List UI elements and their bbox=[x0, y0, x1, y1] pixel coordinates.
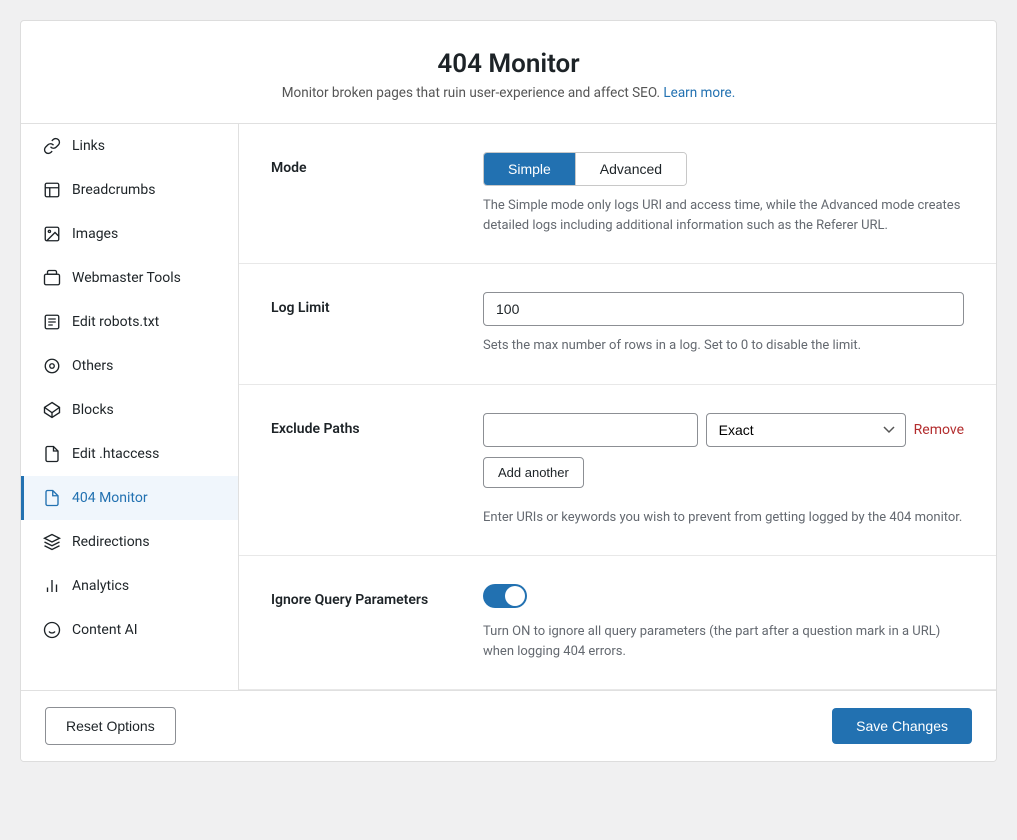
reset-options-button[interactable]: Reset Options bbox=[45, 707, 176, 745]
exclude-path-row: Exact Contains Starts With Ends With Reg… bbox=[483, 413, 964, 447]
robots-icon bbox=[42, 312, 62, 332]
mode-help-text: The Simple mode only logs URI and access… bbox=[483, 196, 964, 235]
page-description: Monitor broken pages that ruin user-expe… bbox=[41, 85, 976, 101]
ignore-query-control: Turn ON to ignore all query parameters (… bbox=[483, 584, 964, 661]
redirections-icon bbox=[42, 532, 62, 552]
sidebar-item-label: Links bbox=[72, 138, 105, 154]
sidebar-item-edit-robots[interactable]: Edit robots.txt bbox=[21, 300, 238, 344]
sidebar-item-label: Blocks bbox=[72, 402, 114, 418]
sidebar-item-edit-htaccess[interactable]: Edit .htaccess bbox=[21, 432, 238, 476]
sidebar-item-label: Breadcrumbs bbox=[72, 182, 155, 198]
monitor-icon bbox=[42, 488, 62, 508]
sidebar-item-breadcrumbs[interactable]: Breadcrumbs bbox=[21, 168, 238, 212]
advanced-mode-button[interactable]: Advanced bbox=[575, 153, 686, 185]
exclude-path-input[interactable] bbox=[483, 413, 698, 447]
blocks-icon bbox=[42, 400, 62, 420]
toggle-thumb bbox=[505, 586, 525, 606]
remove-path-link[interactable]: Remove bbox=[914, 422, 964, 438]
ignore-query-help-text: Turn ON to ignore all query parameters (… bbox=[483, 622, 964, 661]
toggle-track bbox=[483, 584, 527, 608]
sidebar-item-label: Images bbox=[72, 226, 118, 242]
sidebar: Links Breadcrumbs bbox=[21, 124, 239, 690]
main-content: Mode Simple Advanced The Simple mode onl… bbox=[239, 124, 996, 690]
sidebar-item-404-monitor[interactable]: 404 Monitor bbox=[21, 476, 238, 520]
sidebar-item-redirections[interactable]: Redirections bbox=[21, 520, 238, 564]
mode-label: Mode bbox=[271, 152, 451, 176]
save-changes-button[interactable]: Save Changes bbox=[832, 708, 972, 744]
htaccess-icon bbox=[42, 444, 62, 464]
log-limit-label: Log Limit bbox=[271, 292, 451, 316]
ignore-query-label: Ignore Query Parameters bbox=[271, 584, 451, 608]
page-header: 404 Monitor Monitor broken pages that ru… bbox=[21, 21, 996, 124]
sidebar-item-images[interactable]: Images bbox=[21, 212, 238, 256]
sidebar-item-label: Edit .htaccess bbox=[72, 446, 159, 462]
add-another-button[interactable]: Add another bbox=[483, 457, 584, 488]
sidebar-item-links[interactable]: Links bbox=[21, 124, 238, 168]
sidebar-item-others[interactable]: Others bbox=[21, 344, 238, 388]
sidebar-item-label: Content AI bbox=[72, 622, 138, 638]
footer-bar: Reset Options Save Changes bbox=[21, 690, 996, 761]
exclude-paths-section: Exclude Paths Exact Contains Starts With… bbox=[239, 385, 996, 557]
analytics-icon bbox=[42, 576, 62, 596]
mode-toggle: Simple Advanced bbox=[483, 152, 687, 186]
sidebar-item-label: Others bbox=[72, 358, 113, 374]
webmaster-icon bbox=[42, 268, 62, 288]
sidebar-item-label: 404 Monitor bbox=[72, 490, 148, 506]
log-limit-help-text: Sets the max number of rows in a log. Se… bbox=[483, 336, 964, 356]
sidebar-item-webmaster-tools[interactable]: Webmaster Tools bbox=[21, 256, 238, 300]
page-title: 404 Monitor bbox=[41, 49, 976, 79]
sidebar-item-label: Redirections bbox=[72, 534, 150, 550]
sidebar-item-label: Edit robots.txt bbox=[72, 314, 159, 330]
links-icon bbox=[42, 136, 62, 156]
images-icon bbox=[42, 224, 62, 244]
ignore-query-toggle[interactable] bbox=[483, 584, 527, 608]
exclude-paths-help-text: Enter URIs or keywords you wish to preve… bbox=[483, 508, 964, 528]
ignore-query-section: Ignore Query Parameters Turn ON to ignor… bbox=[239, 556, 996, 690]
others-icon bbox=[42, 356, 62, 376]
log-limit-section: Log Limit Sets the max number of rows in… bbox=[239, 264, 996, 385]
log-limit-control: Sets the max number of rows in a log. Se… bbox=[483, 292, 964, 356]
log-limit-input[interactable] bbox=[483, 292, 964, 326]
learn-more-link[interactable]: Learn more. bbox=[663, 85, 735, 101]
simple-mode-button[interactable]: Simple bbox=[484, 153, 575, 185]
sidebar-item-blocks[interactable]: Blocks bbox=[21, 388, 238, 432]
sidebar-item-label: Analytics bbox=[72, 578, 129, 594]
content-ai-icon bbox=[42, 620, 62, 640]
sidebar-item-label: Webmaster Tools bbox=[72, 270, 181, 286]
sidebar-item-content-ai[interactable]: Content AI bbox=[21, 608, 238, 652]
exclude-match-select[interactable]: Exact Contains Starts With Ends With Reg… bbox=[706, 413, 906, 447]
breadcrumbs-icon bbox=[42, 180, 62, 200]
exclude-paths-label: Exclude Paths bbox=[271, 413, 451, 437]
mode-section: Mode Simple Advanced The Simple mode onl… bbox=[239, 124, 996, 264]
sidebar-item-analytics[interactable]: Analytics bbox=[21, 564, 238, 608]
mode-control: Simple Advanced The Simple mode only log… bbox=[483, 152, 964, 235]
exclude-paths-control: Exact Contains Starts With Ends With Reg… bbox=[483, 413, 964, 528]
